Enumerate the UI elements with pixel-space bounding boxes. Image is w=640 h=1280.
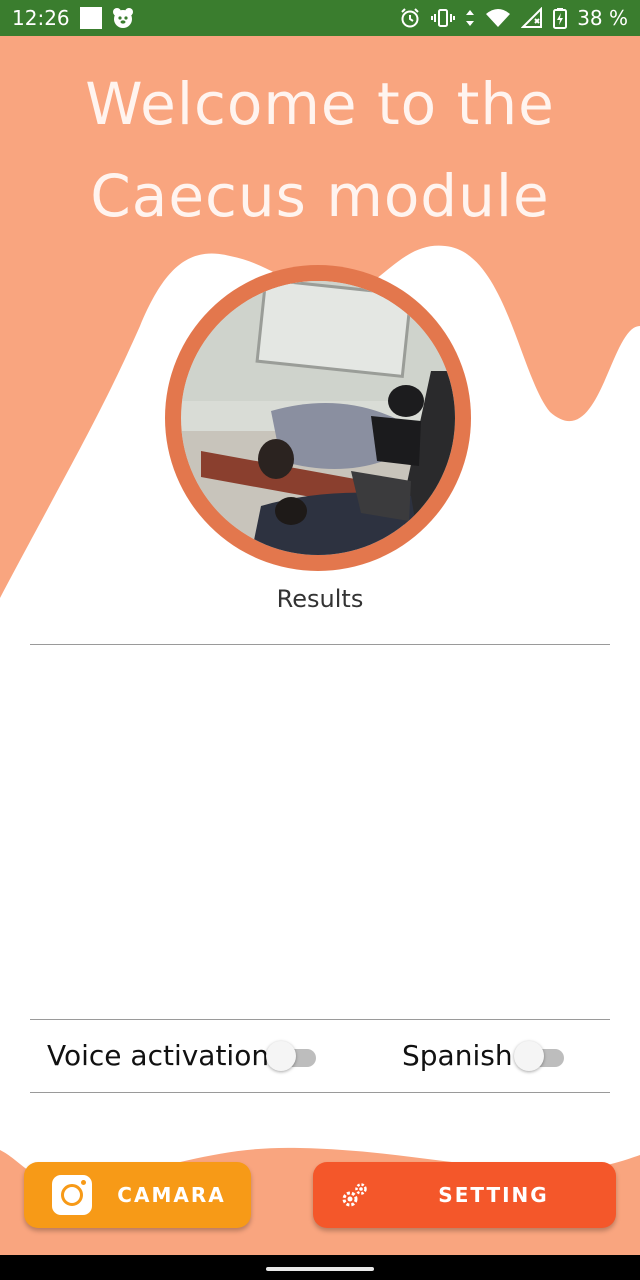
camera-button-label: CAMARA [117, 1183, 226, 1207]
status-left: 12:26 [12, 6, 134, 30]
title-line-2: Caecus module [90, 162, 550, 230]
gears-icon [342, 1183, 367, 1207]
voice-switch-thumb [266, 1041, 296, 1071]
results-divider-top [30, 644, 610, 645]
camera-button[interactable]: CAMARA [24, 1162, 251, 1228]
results-label: Results [276, 585, 364, 613]
home-gesture-handle[interactable] [266, 1267, 374, 1271]
bear-app-icon [112, 8, 133, 28]
title-line-1: Welcome to the [85, 70, 555, 138]
camera-preview-image [181, 281, 455, 555]
camera-icon [52, 1175, 92, 1215]
square-notification-icon [79, 7, 102, 29]
page-title: Welcome to the Caecus module [0, 58, 640, 242]
status-bar: 12:26 38 % [0, 0, 640, 36]
status-time: 12:26 [12, 6, 70, 30]
battery-icon [553, 8, 568, 29]
setting-button[interactable]: SETTING [313, 1162, 616, 1228]
wifi-icon [486, 9, 511, 27]
status-right: 38 % [399, 6, 628, 30]
toggles-divider [30, 1092, 610, 1093]
vibrate-icon [431, 9, 456, 27]
navigation-bar [0, 1255, 640, 1280]
battery-percent: 38 % [577, 6, 628, 30]
results-area [30, 646, 610, 1018]
spanish-label: Spanish [402, 1039, 513, 1072]
data-arrows-icon [466, 10, 475, 26]
setting-button-label: SETTING [438, 1183, 549, 1207]
voice-activation-label: Voice activation [47, 1039, 270, 1072]
voice-activation-switch[interactable] [266, 1041, 316, 1071]
spanish-switch[interactable] [514, 1041, 564, 1071]
camera-preview-frame [165, 265, 471, 571]
alarm-icon [401, 8, 419, 28]
spanish-switch-thumb [514, 1041, 544, 1071]
results-divider-bottom [30, 1019, 610, 1020]
signal-icon [521, 7, 543, 28]
